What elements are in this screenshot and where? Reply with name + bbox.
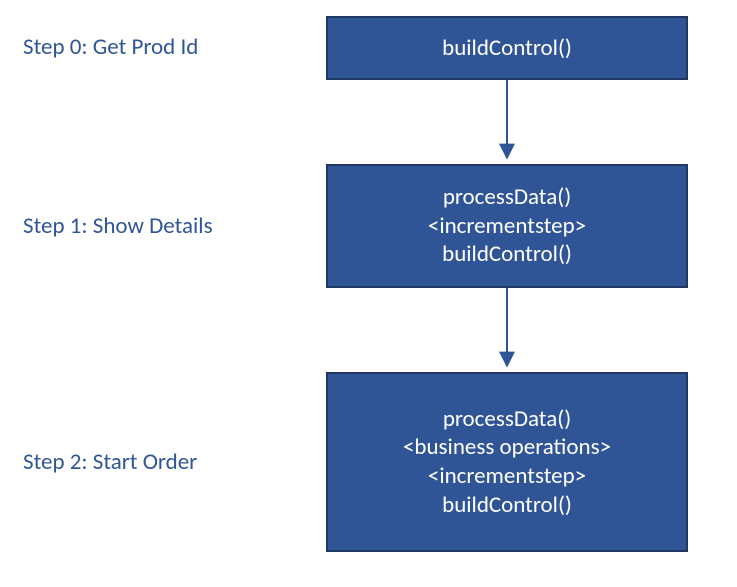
step-0-label: Step 0: Get Prod Id (23, 34, 198, 62)
step-2-node: processData() <business operations> <inc… (326, 372, 688, 552)
step-1-line-2: buildControl() (442, 240, 572, 269)
step-1-node: processData() <incrementstep> buildContr… (326, 164, 688, 288)
step-2-line-3: buildControl() (442, 491, 572, 520)
flowchart-canvas: Step 0: Get Prod Id buildControl() Step … (0, 0, 737, 587)
step-0-node: buildControl() (326, 16, 688, 80)
step-0-line-0: buildControl() (442, 34, 572, 63)
step-1-line-0: processData() (443, 183, 571, 212)
step-1-line-1: <incrementstep> (428, 212, 586, 241)
step-2-line-2: <incrementstep> (428, 462, 586, 491)
step-2-line-0: processData() (443, 405, 571, 434)
step-2-line-1: <business operations> (403, 433, 611, 462)
step-1-label: Step 1: Show Details (23, 213, 213, 241)
step-2-label: Step 2: Start Order (23, 449, 197, 477)
